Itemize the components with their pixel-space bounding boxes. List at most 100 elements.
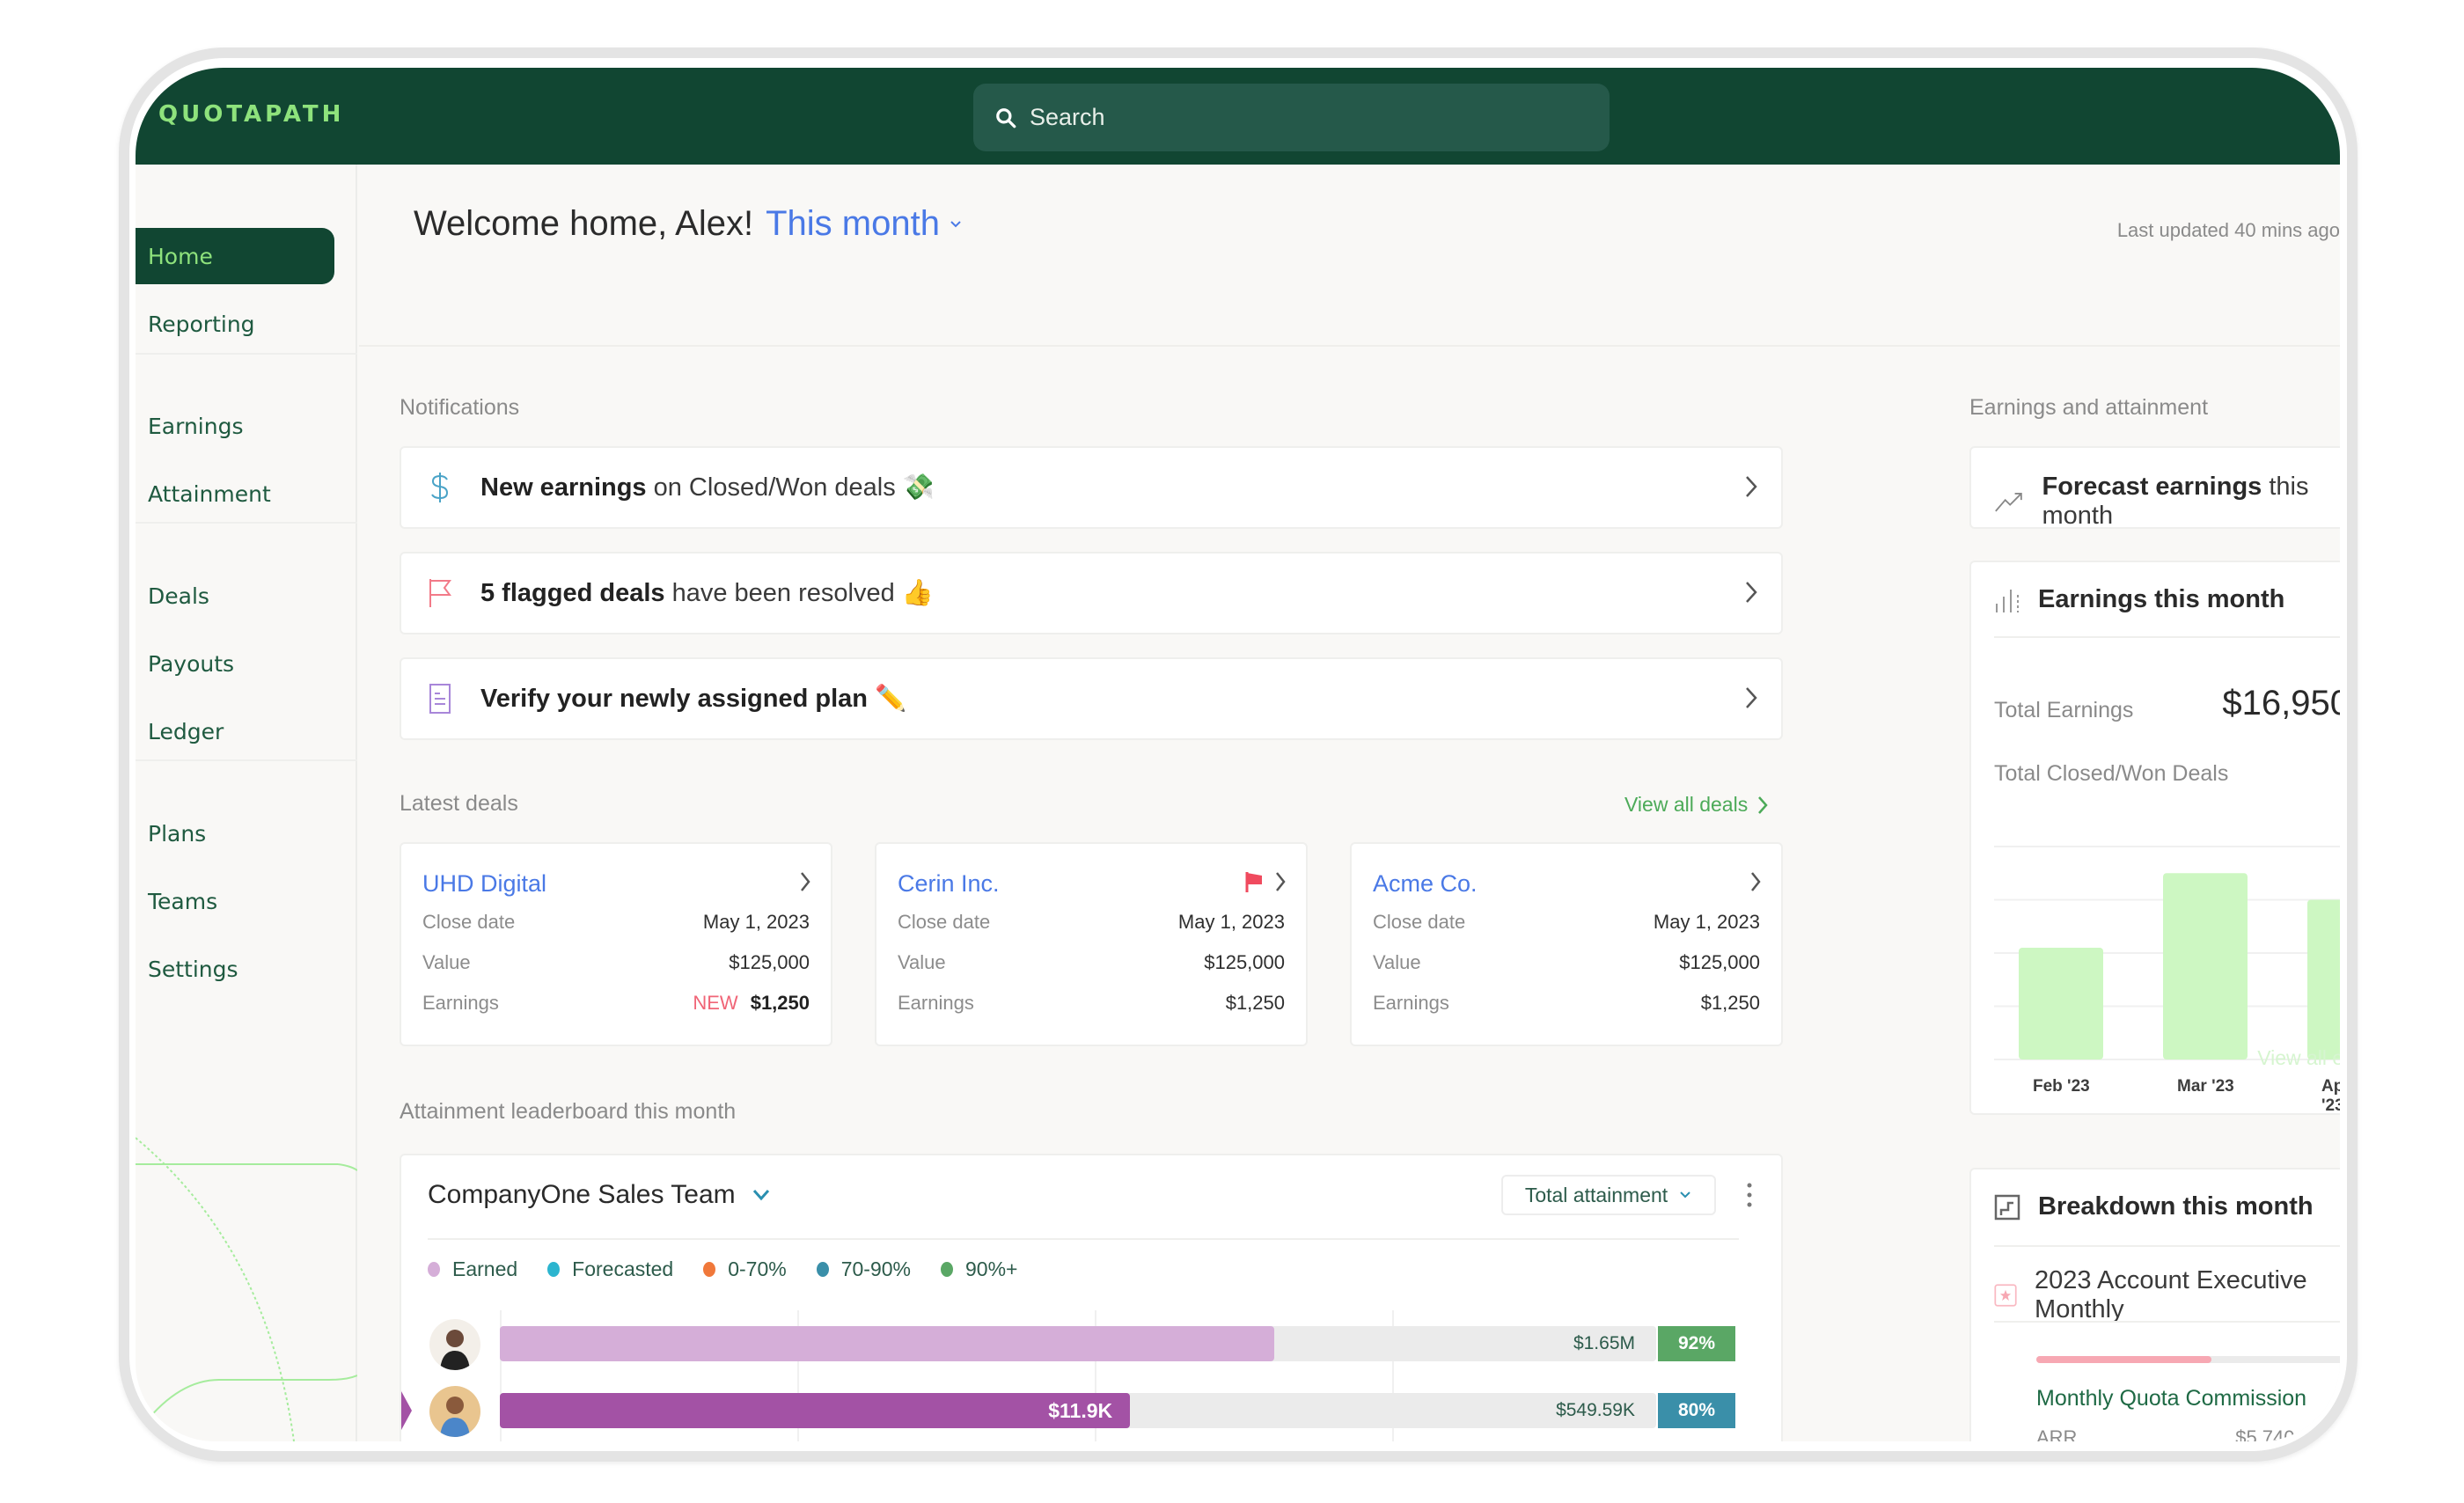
view-all-deals-link[interactable]: View all deals — [1624, 793, 1769, 817]
avatar[interactable] — [429, 1386, 480, 1437]
earnings-attainment-label: Earnings and attainment — [1969, 395, 2209, 420]
header-divider — [359, 345, 2340, 347]
earnings-label: Earnings — [1373, 992, 1449, 1014]
deal-earnings: $1,250 — [1225, 992, 1285, 1014]
sidebar-item-settings[interactable]: Settings — [136, 941, 334, 997]
search-icon — [996, 107, 1016, 128]
earnings-title-text: Earnings this month — [2038, 585, 2285, 613]
star-icon — [1994, 1284, 2017, 1307]
earned-bar[interactable] — [500, 1326, 1275, 1361]
earnings-title: Earnings this month — [1994, 585, 2284, 614]
forecast-title: Forecast earnings this month — [1994, 473, 2340, 531]
forecast-bold: Forecast earnings — [2042, 473, 2262, 501]
deal-card-uhd-digital[interactable]: UHD Digital Close date May 1, 2023 Value $… — [400, 842, 832, 1046]
plan-progress-bar — [2036, 1356, 2340, 1363]
metric-select[interactable]: Total attainment — [1501, 1175, 1716, 1215]
page-title: Welcome home, Alex! This month — [414, 204, 963, 244]
legend-dot — [428, 1262, 440, 1277]
sidebar-item-deals[interactable]: Deals — [136, 568, 334, 624]
deal-card-acme-co[interactable]: Acme Co. Close date May 1, 2023 Value $125… — [1350, 842, 1783, 1046]
leaderboard-legend: Earned Forecasted 0-70% 70-90% 90%+ — [428, 1257, 1017, 1281]
legend-dot — [816, 1262, 829, 1277]
team-name: CompanyOne Sales Team — [428, 1180, 736, 1209]
breakdown-card: Breakdown this month 2023 Account Execut… — [1969, 1168, 2340, 1441]
total-value: $1.65M — [1573, 1333, 1635, 1353]
forecast-earnings-card[interactable]: Forecast earnings this month — [1969, 446, 2340, 531]
deal-name: Cerin Inc. — [898, 870, 1000, 897]
deal-earnings: $1,250 — [750, 992, 810, 1014]
chevron-right-icon — [1751, 872, 1761, 891]
chart-bar[interactable] — [2163, 873, 2248, 1059]
plan-row[interactable]: 2023 Account Executive Monthly — [1994, 1266, 2340, 1324]
period-dropdown[interactable]: This month — [766, 204, 963, 244]
attainment-bar-track: $11.9K $549.59K — [500, 1393, 1656, 1428]
leaderboard-row[interactable]: $11.9K $549.59K 80% — [401, 1386, 1781, 1439]
total-deals-label: Total Closed/Won Deals — [1994, 761, 2229, 786]
value-label: Value — [1373, 951, 1421, 973]
deal-card-cerin-inc[interactable]: Cerin Inc. Close date May 1, 2023 Value $1… — [875, 842, 1308, 1046]
leaderboard-row[interactable]: $1.65M 92% — [401, 1319, 1781, 1372]
sidebar-item-attainment[interactable]: Attainment — [136, 466, 334, 522]
earned-bar[interactable]: $11.9K — [500, 1393, 1131, 1428]
chevron-right-icon — [1746, 476, 1757, 497]
welcome-text: Welcome home, Alex! — [414, 204, 754, 243]
deal-value: $125,000 — [729, 951, 810, 973]
avatar[interactable] — [429, 1319, 480, 1370]
search-placeholder: Search — [1030, 104, 1105, 130]
sidebar-item-home[interactable]: Home — [136, 228, 334, 284]
plan-name: 2023 Account Executive Monthly — [2035, 1266, 2307, 1323]
sidebar: Home Reporting Earnings Attainment Deals… — [136, 165, 357, 1441]
sidebar-item-plans[interactable]: Plans — [136, 805, 334, 861]
value-label: Value — [898, 951, 946, 973]
period-label: This month — [766, 204, 940, 243]
notification-new-earnings[interactable]: New earnings on Closed/Won deals 💸 — [400, 446, 1783, 529]
leaderboard-label: Attainment leaderboard this month — [400, 1099, 737, 1124]
chart-bar[interactable] — [2019, 947, 2103, 1059]
main-content: Welcome home, Alex! This month Last upda… — [359, 165, 2340, 1441]
close-date-label: Close date — [422, 911, 516, 933]
view-all-earnings-link[interactable]: View all ea — [2257, 1046, 2340, 1070]
attainment-bar-track: $1.65M — [500, 1326, 1656, 1361]
latest-deals-label: Latest deals — [400, 791, 518, 816]
legend-dot — [547, 1262, 561, 1277]
breakdown-title: Breakdown this month — [1994, 1192, 2314, 1221]
legend-label: Forecasted — [572, 1257, 674, 1280]
notification-text: 5 flagged deals have been resolved 👍 — [480, 579, 934, 607]
legend-label: 70-90% — [840, 1257, 911, 1280]
legend-dot — [941, 1262, 953, 1277]
notification-flagged-deals[interactable]: 5 flagged deals have been resolved 👍 — [400, 552, 1783, 634]
sidebar-item-reporting[interactable]: Reporting — [136, 296, 334, 352]
team-dropdown[interactable]: CompanyOne Sales Team — [428, 1180, 771, 1210]
leaderboard-card: CompanyOne Sales Team Total attainment E… — [400, 1154, 1783, 1441]
notifications-label: Notifications — [400, 395, 520, 420]
total-earnings-value: $16,950 — [2222, 684, 2340, 722]
plan-progress-fill — [2036, 1356, 2212, 1363]
app-window: QUOTAPATH Search Home Reporting Earnings… — [136, 68, 2340, 1441]
more-options-icon[interactable] — [1746, 1182, 1753, 1208]
divider — [1994, 1245, 2340, 1247]
chart-bar[interactable] — [2307, 899, 2340, 1060]
legend-forecasted: Forecasted — [547, 1257, 673, 1281]
notification-text: New earnings on Closed/Won deals 💸 — [480, 473, 935, 502]
legend-70-90: 70-90% — [816, 1257, 911, 1281]
current-user-marker — [401, 1391, 412, 1430]
earnings-label: Earnings — [422, 992, 499, 1014]
total-value: $549.59K — [1556, 1400, 1635, 1420]
dollar-icon — [424, 472, 456, 503]
sidebar-item-ledger[interactable]: Ledger — [136, 703, 334, 759]
component-name[interactable]: Monthly Quota Commission — [2036, 1386, 2306, 1411]
deal-name: UHD Digital — [422, 870, 547, 897]
attainment-percent-badge: 92% — [1658, 1326, 1735, 1361]
chevron-right-icon — [1746, 582, 1757, 603]
sidebar-item-earnings[interactable]: Earnings — [136, 398, 334, 454]
chart-x-label: Feb '23 — [2033, 1077, 2090, 1096]
top-bar: QUOTAPATH Search — [136, 68, 2340, 165]
quotapath-logo[interactable]: QUOTAPATH — [158, 101, 344, 128]
search-input[interactable]: Search — [973, 84, 1610, 151]
notification-verify-plan[interactable]: Verify your newly assigned plan ✏️ — [400, 657, 1783, 740]
chevron-right-icon — [801, 872, 810, 891]
sidebar-item-teams[interactable]: Teams — [136, 873, 334, 929]
flag-icon — [424, 577, 456, 609]
earnings-this-month-card: Earnings this month Total Earnings $16,9… — [1969, 561, 2340, 1115]
sidebar-item-payouts[interactable]: Payouts — [136, 635, 334, 692]
